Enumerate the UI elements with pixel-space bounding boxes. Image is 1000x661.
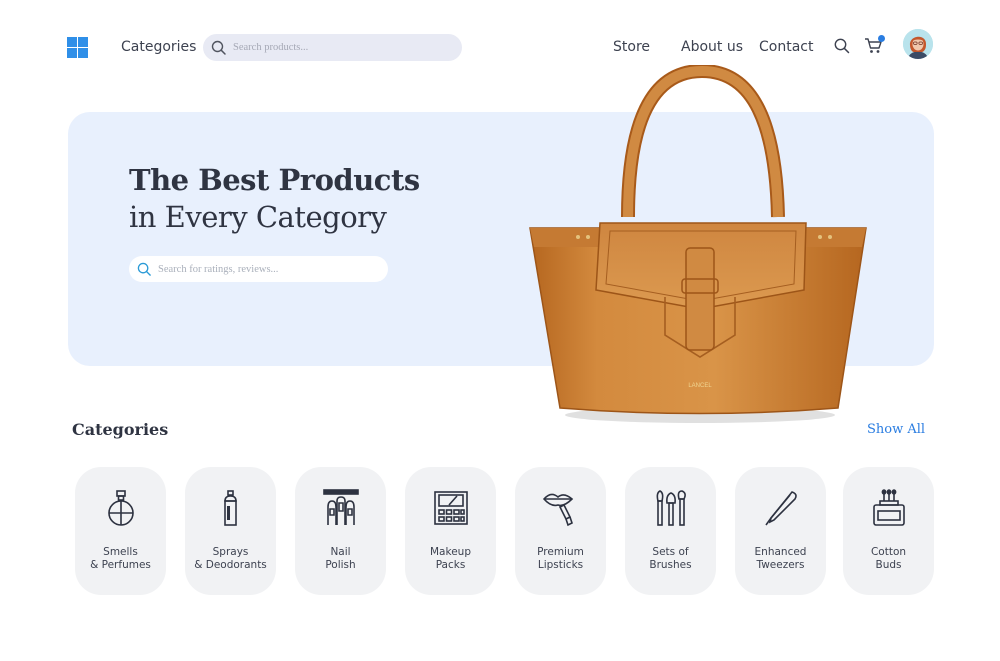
category-label: Enhanced Tweezers [754, 546, 807, 571]
category-label: Premium Lipsticks [537, 546, 584, 571]
category-card-nail-polish[interactable]: Nail Polish [295, 467, 386, 595]
categories-title: Categories [72, 420, 169, 439]
tweezers-icon [765, 491, 797, 526]
category-card-lipsticks[interactable]: Premium Lipsticks [515, 467, 606, 595]
category-label: Smells & Perfumes [90, 546, 151, 571]
category-label: Sprays & Deodorants [194, 546, 267, 571]
search-icon[interactable] [834, 38, 850, 54]
category-label: Makeup Packs [430, 546, 471, 571]
search-icon [137, 262, 151, 276]
windows-logo-icon[interactable] [67, 37, 88, 58]
nav-contact[interactable]: Contact [759, 39, 813, 55]
category-label: Cotton Buds [870, 546, 907, 571]
nav-categories[interactable]: Categories [121, 39, 196, 55]
brushes-icon [656, 490, 686, 526]
handbag-image: LANCEL [529, 65, 867, 423]
hero-search-bar[interactable] [129, 256, 388, 282]
category-card-makeup-packs[interactable]: Makeup Packs [405, 467, 496, 595]
category-card-perfumes[interactable]: Smells & Perfumes [75, 467, 166, 595]
category-card-brushes[interactable]: Sets of Brushes [625, 467, 716, 595]
cotton-buds-icon [873, 489, 905, 526]
hero-search-input[interactable] [158, 256, 378, 282]
hero-title-line2: in Every Category [129, 200, 387, 234]
lipstick-icon [542, 493, 574, 527]
nail-polish-icon [323, 489, 359, 525]
nav-store[interactable]: Store [613, 39, 650, 55]
nav-about-us[interactable]: About us [681, 39, 743, 55]
header-search-bar[interactable] [203, 34, 462, 61]
show-all-link[interactable]: Show All [867, 422, 925, 437]
category-card-tweezers[interactable]: Enhanced Tweezers [735, 467, 826, 595]
makeup-palette-icon [434, 491, 468, 525]
hero-title: The Best Products in Every Category [129, 162, 420, 236]
bag-brand-text: LANCEL [688, 383, 712, 389]
category-card-cotton-buds[interactable]: Cotton Buds [843, 467, 934, 595]
perfume-icon [108, 490, 134, 526]
search-icon [211, 40, 226, 55]
cart-badge-dot [878, 35, 885, 42]
spray-icon [224, 490, 237, 526]
avatar[interactable] [903, 29, 933, 59]
header-search-input[interactable] [233, 34, 453, 61]
category-card-sprays[interactable]: Sprays & Deodorants [185, 467, 276, 595]
category-label: Sets of Brushes [649, 546, 692, 571]
category-label: Nail Polish [325, 546, 356, 571]
hero-title-line1: The Best Products [129, 163, 420, 197]
